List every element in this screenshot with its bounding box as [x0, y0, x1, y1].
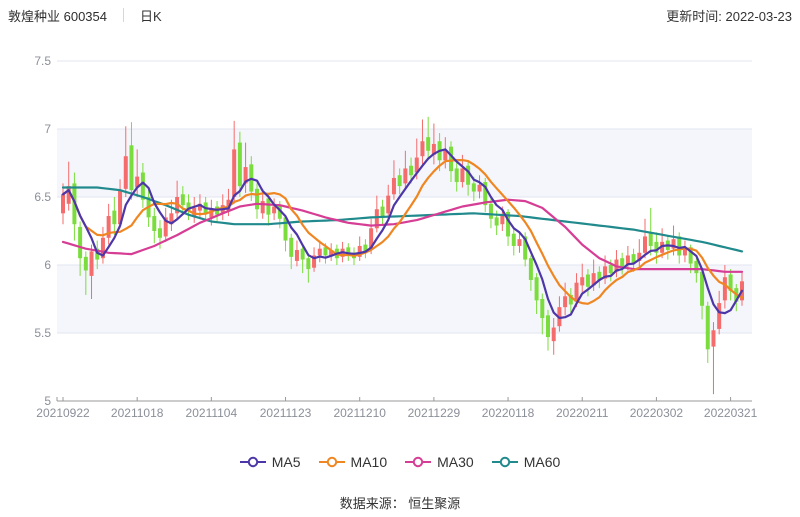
x-axis-label: 20211229	[408, 406, 461, 420]
candle-up	[61, 194, 65, 213]
candle-down	[535, 277, 539, 300]
candle-down	[472, 183, 476, 191]
candle-down	[266, 198, 270, 214]
candle-down	[238, 143, 242, 187]
candle-down	[152, 216, 156, 231]
candle-down	[78, 227, 82, 258]
y-axis-label: 6	[44, 258, 51, 272]
candle-down	[84, 257, 88, 271]
candle-down	[546, 315, 550, 337]
candle-up	[318, 249, 322, 256]
x-axis-label: 20211018	[111, 406, 164, 420]
y-axis-label: 5.5	[34, 326, 51, 340]
candle-up	[552, 328, 556, 342]
x-axis-label: 20210922	[36, 406, 90, 420]
legend-label: MA5	[272, 454, 301, 470]
candle-up	[517, 239, 521, 246]
candle-down	[398, 175, 402, 186]
candle-down	[495, 217, 499, 225]
candle-up	[261, 201, 265, 213]
candle-down	[306, 258, 310, 269]
x-axis-label: 20211123	[260, 406, 312, 420]
x-axis-label: 20211104	[186, 406, 238, 420]
candle-up	[711, 330, 715, 346]
plot-band	[57, 129, 752, 197]
candle-up	[478, 185, 482, 192]
candle-up	[295, 250, 299, 261]
candle-down	[586, 275, 590, 287]
candle-down	[426, 137, 430, 151]
y-axis-label: 7.5	[34, 54, 51, 68]
candle-down	[540, 299, 544, 318]
candle-down	[512, 234, 516, 246]
candle-up	[386, 196, 390, 214]
candle-down	[449, 147, 453, 171]
legend-item-ma10[interactable]: MA10	[319, 454, 388, 470]
candle-down	[409, 166, 413, 176]
candle-up	[124, 156, 128, 189]
candle-down	[455, 168, 459, 182]
chart-legend: MA5 MA10 MA30 MA60	[0, 451, 800, 473]
x-axis-label: 20220211	[556, 406, 609, 420]
candle-up	[232, 149, 236, 197]
candle-down	[677, 236, 681, 255]
plot-band	[57, 265, 752, 333]
legend-item-ma60[interactable]: MA60	[492, 454, 561, 470]
legend-label: MA30	[437, 454, 474, 470]
y-axis-label: 6.5	[34, 190, 51, 204]
legend-marker-icon	[319, 456, 345, 468]
candle-up	[460, 168, 464, 182]
x-axis-label: 20220302	[630, 406, 684, 420]
candle-up	[643, 236, 647, 252]
candle-down	[289, 238, 293, 257]
candle-up	[723, 277, 727, 300]
candlestick-chart: 7.576.565.552021092220211018202111042021…	[0, 0, 800, 440]
candle-down	[706, 306, 710, 350]
candle-down	[694, 261, 698, 273]
legend-label: MA10	[351, 454, 388, 470]
candle-down	[181, 194, 185, 205]
candle-up	[717, 303, 721, 329]
legend-marker-icon	[405, 456, 431, 468]
candle-down	[323, 247, 327, 255]
legend-marker-icon	[240, 456, 266, 468]
legend-item-ma30[interactable]: MA30	[405, 454, 474, 470]
x-axis-label: 20211210	[333, 406, 386, 420]
candle-up	[272, 207, 276, 214]
legend-marker-icon	[492, 456, 518, 468]
x-axis-label: 20220118	[482, 406, 535, 420]
candle-up	[403, 168, 407, 183]
legend-label: MA60	[524, 454, 561, 470]
candle-down	[620, 258, 624, 266]
candle-down	[129, 145, 133, 190]
candle-down	[112, 211, 116, 225]
candle-up	[563, 296, 567, 307]
data-source-label: 数据来源： 恒生聚源	[0, 493, 800, 512]
y-axis-label: 7	[44, 122, 51, 136]
candle-down	[529, 258, 533, 280]
candle-up	[575, 283, 579, 302]
candle-up	[90, 251, 94, 275]
candle-down	[381, 207, 385, 217]
x-axis-label: 20220321	[704, 406, 758, 420]
candle-down	[255, 189, 259, 209]
candle-up	[420, 141, 424, 156]
candle-down	[609, 265, 613, 273]
candle-down	[489, 204, 493, 219]
legend-item-ma5[interactable]: MA5	[240, 454, 301, 470]
candle-down	[301, 249, 305, 260]
candle-up	[580, 277, 584, 285]
candle-down	[649, 232, 653, 246]
candle-down	[158, 228, 162, 238]
candle-up	[392, 178, 396, 194]
